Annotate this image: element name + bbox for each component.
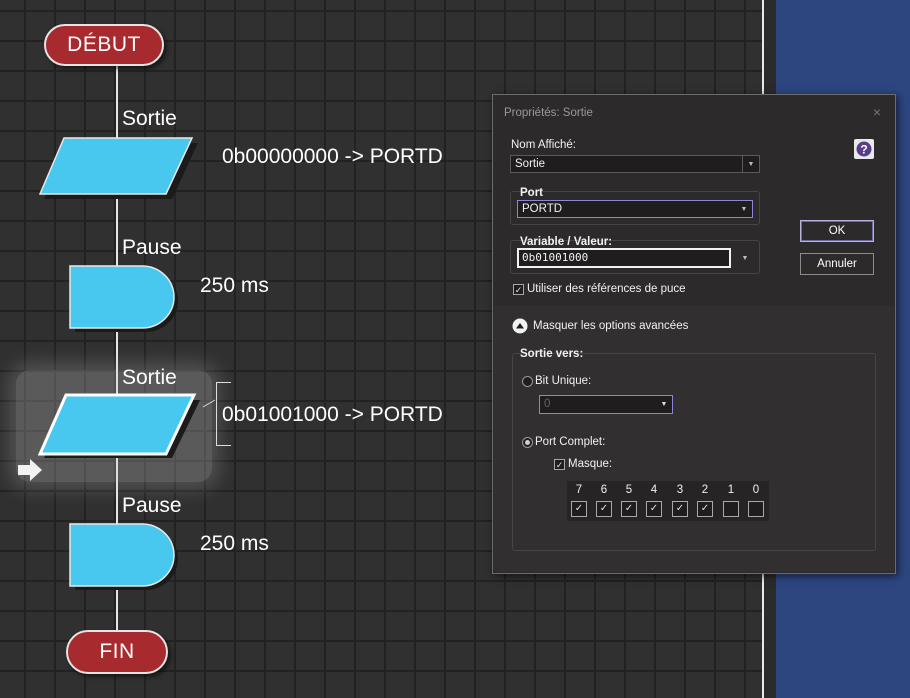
bit-checkbox[interactable]: ✓ <box>596 501 612 517</box>
use-chip-refs-checkbox[interactable]: ✓ <box>513 284 524 295</box>
properties-dialog: Propriétés: Sortie × Nom Affiché: Sortie… <box>492 94 896 574</box>
single-bit-select[interactable]: 0 ▼ <box>539 395 673 414</box>
port-label: Port <box>520 187 543 199</box>
pause-block-1-text: 250 ms <box>200 274 269 297</box>
current-step-arrow-icon <box>18 459 42 481</box>
output-to-label: Sortie vers: <box>520 348 584 360</box>
port-select[interactable]: PORTD ▼ <box>517 200 753 218</box>
bit-number: 4 <box>650 484 658 496</box>
bit-number: 7 <box>575 484 583 496</box>
bit-number: 5 <box>625 484 633 496</box>
output-block-1-text: 0b00000000 -> PORTD <box>222 145 443 168</box>
pause-block-2-text: 250 ms <box>200 532 269 555</box>
bit-checkbox[interactable]: ✓ <box>697 501 713 517</box>
output-block-2[interactable] <box>38 393 200 459</box>
variable-input[interactable]: 0b01001000 ▼ <box>517 248 753 268</box>
output-block-1-label: Sortie <box>122 107 177 130</box>
bit-number: 1 <box>727 484 735 496</box>
port-value: PORTD <box>522 203 563 215</box>
pause-block-2[interactable] <box>68 522 180 590</box>
variable-label: Variable / Valeur: <box>520 236 613 248</box>
single-bit-radio[interactable] <box>522 376 533 387</box>
display-name-value: Sortie <box>515 158 546 170</box>
single-bit-label[interactable]: Bit Unique: <box>535 375 591 387</box>
pause-block-2-label: Pause <box>122 494 182 517</box>
bit-checkbox[interactable] <box>748 501 764 517</box>
help-icon[interactable]: ? <box>854 139 874 159</box>
bit-checkbox[interactable]: ✓ <box>571 501 587 517</box>
display-name-combo[interactable]: Sortie ▼ <box>510 155 760 173</box>
chevron-down-icon[interactable]: ▼ <box>737 248 753 268</box>
display-name-label: Nom Affiché: <box>511 139 576 151</box>
bit-mask-grid: 7 6 5 4 3 2 1 0 ✓ ✓ ✓ ✓ ✓ ✓ <box>567 481 769 521</box>
bit-number: 0 <box>752 484 760 496</box>
bit-checkbox[interactable]: ✓ <box>672 501 688 517</box>
bit-checkbox[interactable] <box>723 501 739 517</box>
advanced-toggle-label[interactable]: Masquer les options avancées <box>533 320 688 332</box>
dialog-title: Propriétés: Sortie <box>504 107 593 119</box>
output-block-2-text: 0b01001000 -> PORTD <box>222 403 443 426</box>
output-block-1[interactable] <box>38 136 198 200</box>
collapse-up-icon[interactable] <box>512 318 528 334</box>
mask-checkbox[interactable]: ✓ <box>554 459 565 470</box>
pause-block-1[interactable] <box>68 264 180 332</box>
chevron-down-icon[interactable]: ▼ <box>736 201 752 217</box>
ok-button[interactable]: OK <box>800 220 874 242</box>
chevron-down-icon[interactable]: ▼ <box>656 396 672 413</box>
mask-label[interactable]: Masque: <box>568 458 612 470</box>
variable-value: 0b01001000 <box>517 248 731 268</box>
full-port-label[interactable]: Port Complet: <box>535 436 605 448</box>
bit-number: 3 <box>676 484 684 496</box>
bit-checkbox[interactable]: ✓ <box>646 501 662 517</box>
bit-number: 6 <box>600 484 608 496</box>
pause-block-1-label: Pause <box>122 236 182 259</box>
svg-text:?: ? <box>860 143 867 157</box>
use-chip-refs-label[interactable]: Utiliser des références de puce <box>527 283 686 295</box>
cancel-button[interactable]: Annuler <box>800 253 874 275</box>
chevron-down-icon[interactable]: ▼ <box>742 156 759 172</box>
single-bit-value: 0 <box>544 398 551 410</box>
close-button[interactable]: × <box>873 104 881 120</box>
bit-number: 2 <box>701 484 709 496</box>
output-block-2-label: Sortie <box>122 366 177 389</box>
full-port-radio[interactable] <box>522 437 533 448</box>
bit-checkbox[interactable]: ✓ <box>621 501 637 517</box>
end-terminal[interactable]: FIN <box>66 630 168 674</box>
start-terminal[interactable]: DÉBUT <box>44 24 164 66</box>
